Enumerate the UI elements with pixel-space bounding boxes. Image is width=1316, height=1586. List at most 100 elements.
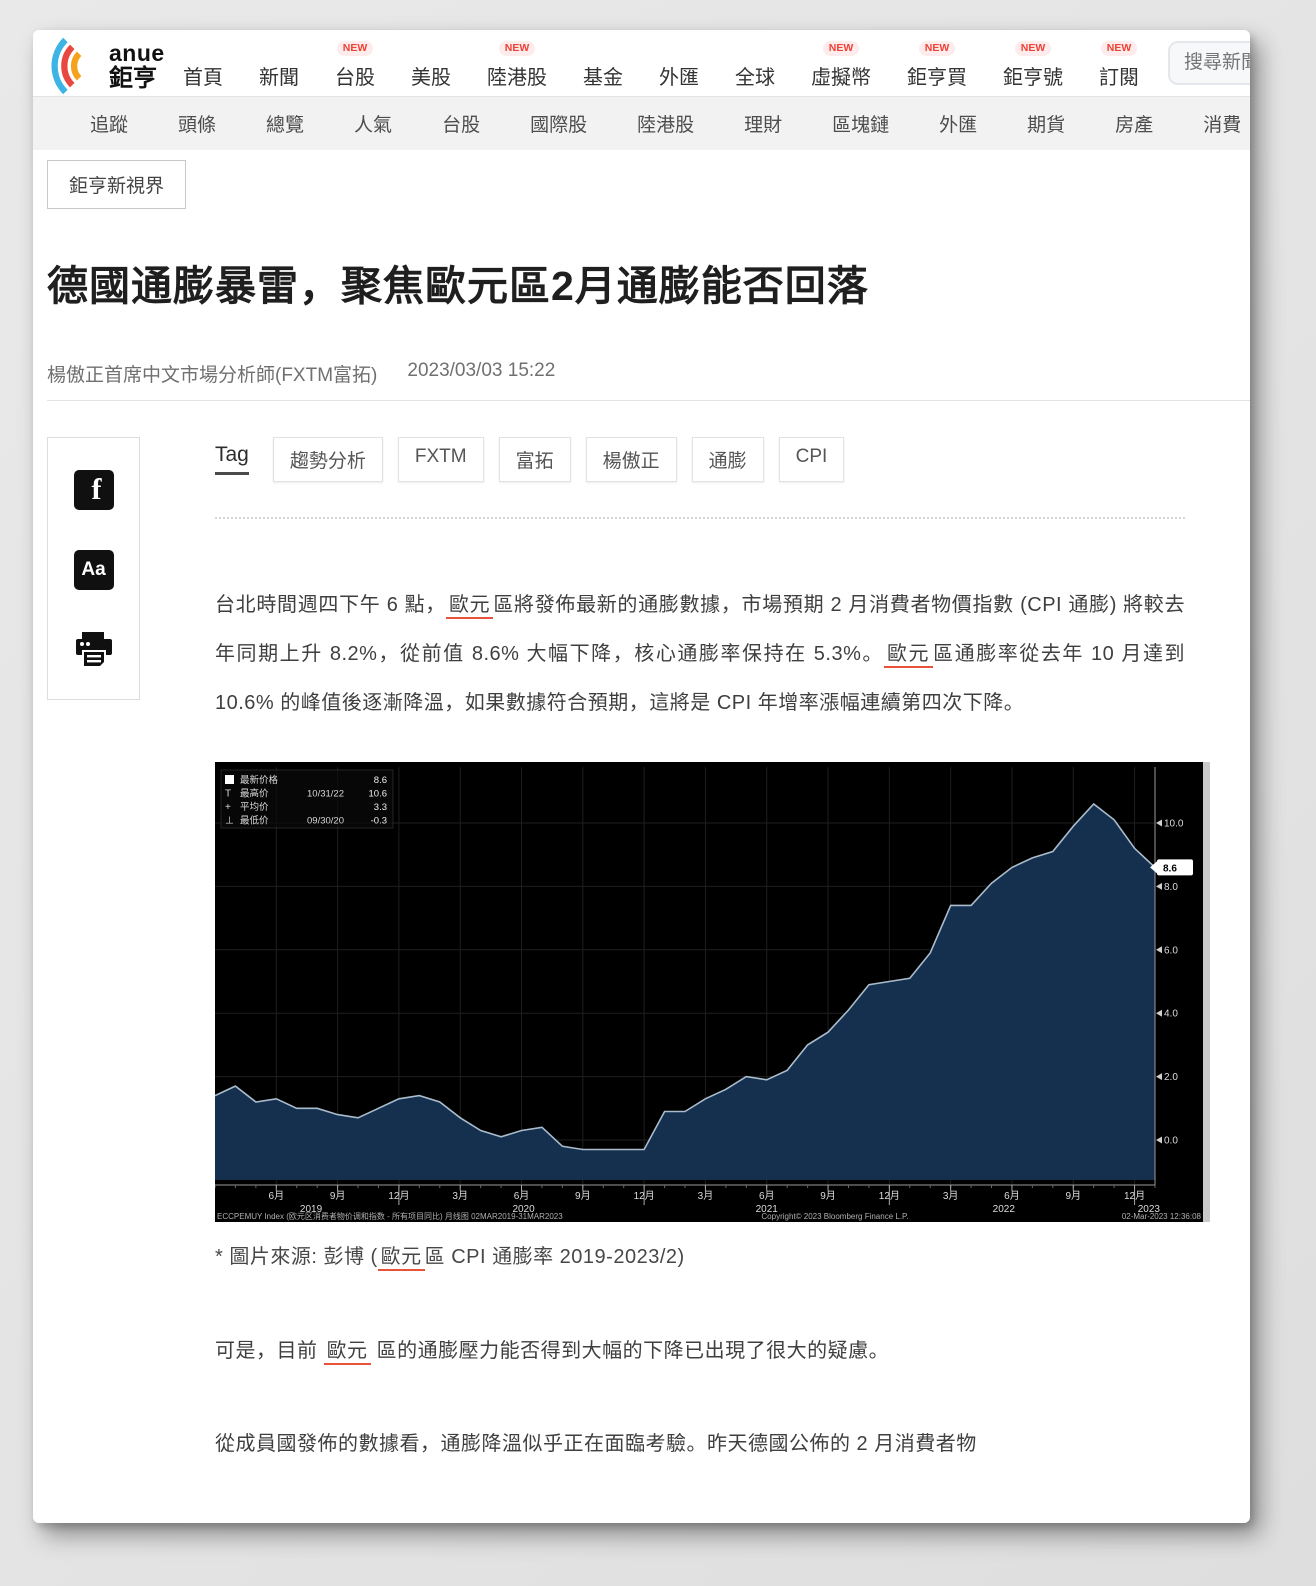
- nav-item-陸港股[interactable]: NEW 陸港股: [487, 34, 547, 90]
- subnav-item-頭條[interactable]: 頭條: [178, 110, 216, 137]
- image-caption: * 圖片來源: 彭博 (歐元區 CPI 通膨率 2019-2023/2): [215, 1240, 1185, 1269]
- new-badge: NEW: [499, 41, 536, 56]
- stock-link[interactable]: 歐元: [446, 594, 493, 619]
- subnav-item-理財[interactable]: 理財: [744, 110, 782, 137]
- main-nav-list: NEW首頁NEW新聞NEW台股NEW美股NEW陸港股NEW基金NEW外匯NEW全…: [183, 34, 1139, 90]
- paragraph-2: 可是，目前 歐元 區的通膨壓力能否得到大幅的下降已出現了很大的疑慮。: [215, 1327, 1185, 1376]
- nav-item-label: 鉅亨號: [1003, 61, 1063, 90]
- nav-item-外匯[interactable]: NEW外匯: [659, 34, 699, 90]
- new-badge: NEW: [1015, 41, 1052, 56]
- stock-link[interactable]: 歐元: [378, 1246, 425, 1271]
- svg-text:3.3: 3.3: [374, 802, 387, 813]
- tag-chip-通膨[interactable]: 通膨: [692, 437, 764, 482]
- subnav-item-區塊鏈[interactable]: 區塊鏈: [832, 110, 889, 137]
- svg-text:-0.3: -0.3: [371, 816, 387, 827]
- subnav-item-國際股[interactable]: 國際股: [530, 110, 587, 137]
- svg-text:2022: 2022: [993, 1204, 1016, 1215]
- nav-item-鉅亨買[interactable]: NEW鉅亨買: [907, 34, 967, 90]
- subnav-item-追蹤[interactable]: 追蹤: [90, 110, 128, 137]
- svg-text:9月: 9月: [820, 1190, 836, 1202]
- logo-line2: 鉅亨: [109, 67, 165, 91]
- nav-item-label: 虛擬幣: [811, 61, 871, 90]
- svg-text:T: T: [225, 789, 231, 800]
- tag-chip-趨勢分析[interactable]: 趨勢分析: [273, 437, 383, 482]
- svg-text:3月: 3月: [452, 1190, 468, 1202]
- text-segment: * 圖片來源: 彭博 (: [215, 1246, 378, 1268]
- text-segment: 可是，目前: [215, 1340, 324, 1362]
- article-body: Tag 趨勢分析FXTM富拓楊傲正通膨CPI 台北時間週四下午 6 點，歐元區將…: [215, 437, 1185, 1469]
- bloomberg-chart: 6月9月12月3月6月9月12月3月6月9月12月3月6月9月12月201920…: [215, 762, 1210, 1222]
- nav-item-台股[interactable]: NEW台股: [335, 34, 375, 90]
- svg-text:8.6: 8.6: [374, 775, 387, 786]
- font-size-icon[interactable]: Aa: [74, 550, 114, 590]
- logo-line1: anue: [109, 42, 165, 65]
- anue-logo[interactable]: anue 鉅亨: [45, 36, 165, 96]
- svg-text:⊥: ⊥: [225, 816, 234, 827]
- svg-text:9月: 9月: [575, 1190, 591, 1202]
- tag-row: Tag 趨勢分析FXTM富拓楊傲正通膨CPI: [215, 437, 1185, 481]
- svg-text:6月: 6月: [1004, 1190, 1020, 1202]
- svg-text:6月: 6月: [759, 1190, 775, 1202]
- nav-item-虛擬幣[interactable]: NEW虛擬幣: [811, 34, 871, 90]
- svg-text:6月: 6月: [269, 1190, 285, 1202]
- new-badge: NEW: [1101, 41, 1138, 56]
- text-segment: 從成員國發佈的數據看，通膨降溫似乎正在面臨考驗。昨天德國公佈的 2 月消費者物: [215, 1433, 977, 1455]
- nav-item-新聞[interactable]: NEW新聞: [259, 34, 299, 90]
- publish-time: 2023/03/03 15:22: [407, 360, 555, 387]
- paragraph-3: 從成員國發佈的數據看，通膨降溫似乎正在面臨考驗。昨天德國公佈的 2 月消費者物: [215, 1420, 1185, 1469]
- tag-chip-富拓[interactable]: 富拓: [499, 437, 571, 482]
- svg-text:12月: 12月: [879, 1190, 900, 1202]
- svg-text:2.0: 2.0: [1164, 1072, 1178, 1083]
- print-icon[interactable]: [73, 630, 115, 670]
- nav-item-label: 訂閱: [1099, 61, 1139, 90]
- facebook-share-icon[interactable]: f: [74, 470, 114, 510]
- page-title: 德國通膨暴雷，聚焦歐元區2月通膨能否回落: [47, 252, 869, 312]
- anue-logo-icon: [45, 36, 103, 96]
- tag-chip-FXTM[interactable]: FXTM: [398, 437, 484, 482]
- tag-chip-楊傲正[interactable]: 楊傲正: [586, 437, 677, 482]
- svg-text:9月: 9月: [1065, 1190, 1081, 1202]
- svg-text:+: +: [225, 802, 231, 813]
- subnav-item-期貨[interactable]: 期貨: [1027, 110, 1065, 137]
- text-segment: 台北時間週四下午 6 點，: [215, 594, 446, 616]
- nav-item-基金[interactable]: NEW基金: [583, 34, 623, 90]
- nav-item-label: 外匯: [659, 61, 699, 90]
- subnav-item-消費[interactable]: 消費: [1203, 110, 1241, 137]
- sub-navbar: 追蹤 頭條 總覽 人氣 台股 國際股 陸港股 理財 區塊鏈 外匯 期貨 房產 消費: [33, 96, 1250, 150]
- svg-text:10.6: 10.6: [369, 789, 388, 800]
- svg-text:6.0: 6.0: [1164, 945, 1178, 956]
- tag-chip-list: 趨勢分析 FXTM 富拓楊傲正通膨 CPI: [273, 437, 859, 482]
- cpi-chart-image: 6月9月12月3月6月9月12月3月6月9月12月3月6月9月12月201920…: [215, 762, 1210, 1222]
- nav-item-鉅亨號[interactable]: NEW 鉅亨號: [1003, 34, 1063, 90]
- svg-text:最新价格: 最新价格: [240, 774, 279, 786]
- svg-text:10/31/22: 10/31/22: [307, 789, 344, 800]
- subnav-item-外匯[interactable]: 外匯: [939, 110, 977, 137]
- tag-chip-CPI[interactable]: CPI: [779, 437, 845, 482]
- nav-item-label: 基金: [583, 61, 623, 90]
- svg-text:0.0: 0.0: [1164, 1136, 1178, 1147]
- stock-link[interactable]: 歐元: [324, 1340, 371, 1365]
- nav-item-訂閱[interactable]: NEW 訂閱: [1099, 34, 1139, 90]
- stock-link[interactable]: 歐元: [884, 643, 933, 668]
- svg-text:最低价: 最低价: [240, 815, 269, 827]
- subnav-item-陸港股[interactable]: 陸港股: [637, 110, 694, 137]
- logo-wordmark: anue 鉅亨: [109, 42, 165, 91]
- search-input[interactable]: [1168, 41, 1250, 85]
- subnav-item-總覽[interactable]: 總覽: [266, 110, 304, 137]
- nav-item-label: 陸港股: [487, 61, 547, 90]
- svg-text:8.0: 8.0: [1164, 882, 1178, 893]
- nav-item-首頁[interactable]: NEW首頁: [183, 34, 223, 90]
- new-badge: NEW: [337, 41, 374, 56]
- svg-text:3月: 3月: [943, 1190, 959, 1202]
- nav-item-全球[interactable]: NEW全球: [735, 34, 775, 90]
- nav-item-label: 鉅亨買: [907, 61, 967, 90]
- subnav-item-房產[interactable]: 房產: [1115, 110, 1153, 137]
- svg-text:最高价: 最高价: [240, 788, 269, 800]
- text-segment: 區的通膨壓力能否得到大幅的下降已出現了很大的疑慮。: [371, 1340, 890, 1362]
- subnav-item-人氣[interactable]: 人氣: [354, 110, 392, 137]
- svg-text:8.6: 8.6: [1163, 863, 1177, 874]
- nav-item-label: 新聞: [259, 61, 299, 90]
- breadcrumb[interactable]: 鉅亨新視界: [47, 160, 186, 209]
- subnav-item-台股[interactable]: 台股: [442, 110, 480, 137]
- nav-item-美股[interactable]: NEW美股: [411, 34, 451, 90]
